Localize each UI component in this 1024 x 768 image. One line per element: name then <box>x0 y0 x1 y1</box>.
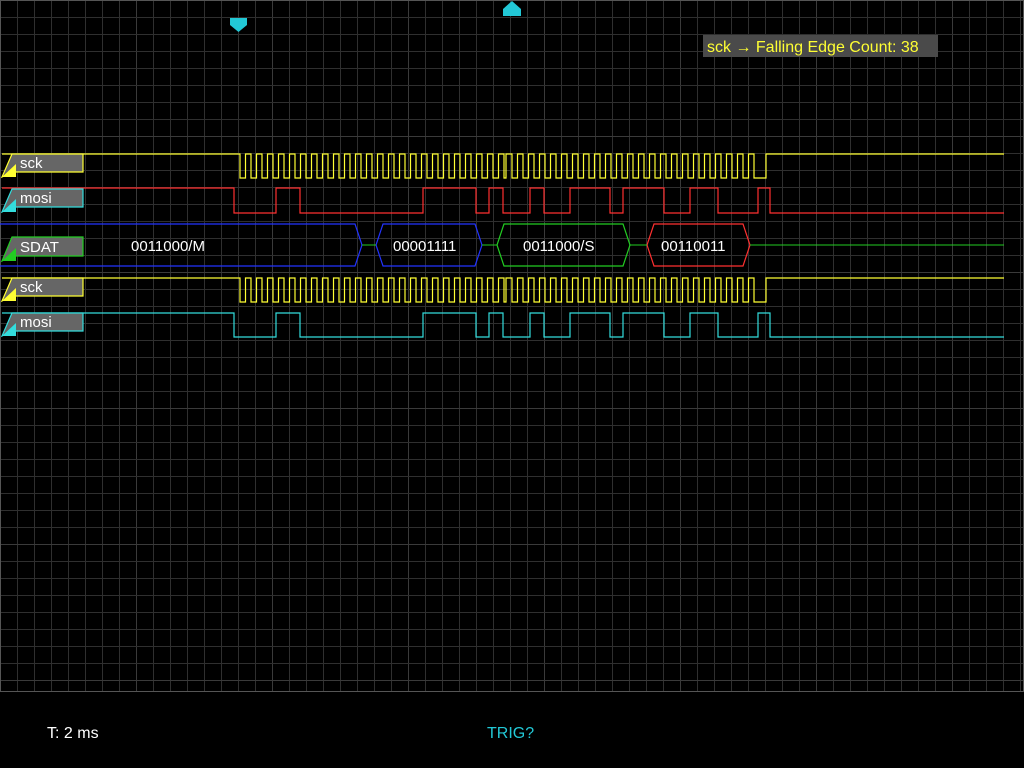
measurement-readout: sck → Falling Edge Count: 38 <box>703 35 938 57</box>
channel-name: mosi <box>20 190 52 207</box>
channel-name: SDAT <box>20 239 59 256</box>
channel-name: sck <box>20 279 43 296</box>
oscilloscope-display: sck → Falling Edge Count: 38 0011000/M 0… <box>0 0 1024 768</box>
bus-packet-text: 0011000/S <box>523 238 594 255</box>
bus-packet-text: 00001111 <box>393 238 456 255</box>
bus-packet-text: 0011000/M <box>131 238 205 255</box>
channel-name: sck <box>20 155 43 172</box>
timebase-readout[interactable]: T: 2 ms <box>47 725 99 742</box>
bus-packet-text: 00110011 <box>661 238 726 255</box>
trigger-status[interactable]: TRIG? <box>487 725 534 742</box>
measurement-text: sck → Falling Edge Count: 38 <box>707 39 919 56</box>
channel-name: mosi <box>20 314 52 331</box>
